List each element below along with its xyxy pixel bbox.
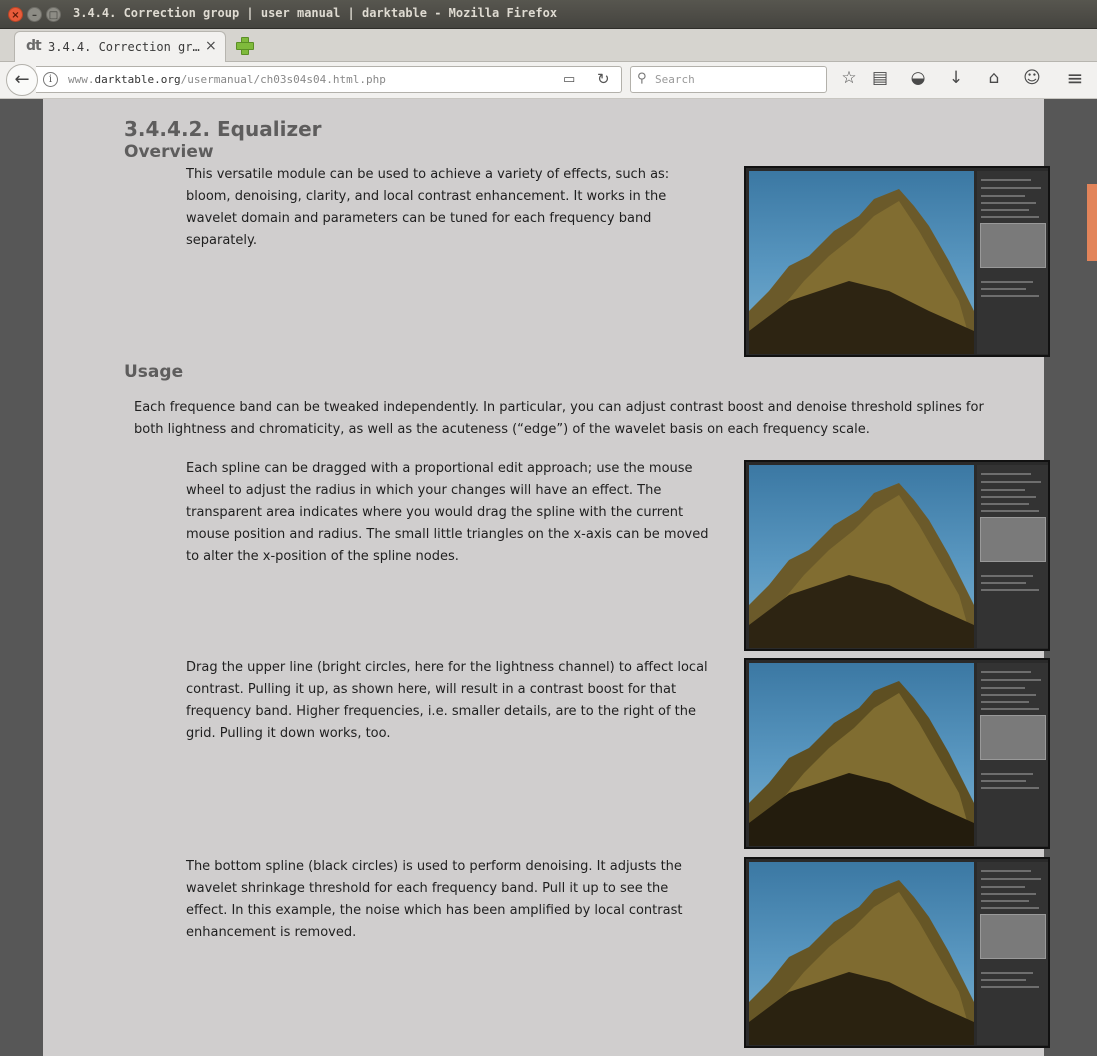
darkroom-panel	[977, 465, 1048, 648]
window-minimize-button[interactable]: –	[27, 7, 42, 22]
darkroom-panel	[977, 862, 1048, 1045]
darkroom-panel	[977, 663, 1048, 846]
site-info-icon[interactable]: i	[43, 72, 58, 87]
library-icon[interactable]: ▤	[868, 68, 892, 88]
url-bar[interactable]: i www.darktable.org/usermanual/ch03s04s0…	[36, 66, 622, 93]
hello-chat-icon[interactable]: ☺	[1020, 68, 1044, 88]
tab-title: 3.4.4. Correction gr…	[48, 40, 200, 54]
window-close-button[interactable]: ×	[8, 7, 23, 22]
home-icon[interactable]: ⌂	[982, 68, 1006, 88]
equalizer-screenshot-contrast	[744, 658, 1050, 849]
bottom-spline-paragraph: The bottom spline (black circles) is use…	[186, 859, 683, 940]
darktable-favicon-icon: dt	[26, 38, 42, 54]
search-icon: ⚲	[637, 71, 647, 86]
tab-strip: dt 3.4.4. Correction gr… ×	[0, 29, 1097, 63]
usage-intro-paragraph: Each frequence band can be tweaked indep…	[134, 400, 984, 437]
new-tab-plus-icon[interactable]	[235, 36, 254, 55]
url-text[interactable]: www.darktable.org/usermanual/ch03s04s04.…	[68, 73, 386, 86]
rock-photo	[749, 171, 974, 354]
upper-line-paragraph: Drag the upper line (bright circles, her…	[186, 660, 708, 741]
downloads-icon[interactable]: ↓	[944, 68, 968, 88]
bookmark-star-icon[interactable]: ☆	[837, 68, 861, 88]
rock-photo	[749, 663, 974, 846]
url-path: /usermanual/ch03s04s04.html.php	[180, 73, 386, 86]
darkroom-panel	[977, 171, 1048, 354]
reload-icon[interactable]: ↻	[597, 70, 610, 88]
overview-heading: Overview	[124, 142, 214, 162]
overview-paragraph: This versatile module can be used to ach…	[186, 167, 670, 248]
rock-photo	[749, 862, 974, 1045]
window-maximize-button[interactable]: □	[46, 7, 61, 22]
equalizer-screenshot-denoise	[744, 857, 1050, 1048]
window-titlebar: × – □ 3.4.4. Correction group | user man…	[0, 0, 1097, 29]
scrollbar-thumb[interactable]	[1087, 184, 1097, 261]
menu-hamburger-icon[interactable]: ≡	[1063, 66, 1087, 90]
window-title: 3.4.4. Correction group | user manual | …	[73, 6, 558, 20]
usage-heading: Usage	[124, 362, 184, 382]
url-prefix: www.	[68, 73, 95, 86]
search-placeholder: Search	[655, 73, 695, 86]
url-domain: darktable.org	[94, 73, 181, 86]
navigation-toolbar: i www.darktable.org/usermanual/ch03s04s0…	[0, 62, 1097, 99]
back-button[interactable]: ←	[6, 64, 38, 96]
reader-view-icon[interactable]: ▭	[563, 72, 575, 87]
equalizer-screenshot-spline	[744, 460, 1050, 651]
rock-photo	[749, 465, 974, 648]
tab-active[interactable]: dt 3.4.4. Correction gr… ×	[14, 31, 226, 63]
tab-close-icon[interactable]: ×	[205, 38, 217, 54]
pocket-icon[interactable]: ◒	[906, 68, 930, 88]
spline-paragraph: Each spline can be dragged with a propor…	[186, 461, 709, 564]
equalizer-screenshot-overview	[744, 166, 1050, 357]
search-input[interactable]: ⚲ Search	[630, 66, 827, 93]
section-title: 3.4.4.2. Equalizer	[124, 117, 322, 141]
